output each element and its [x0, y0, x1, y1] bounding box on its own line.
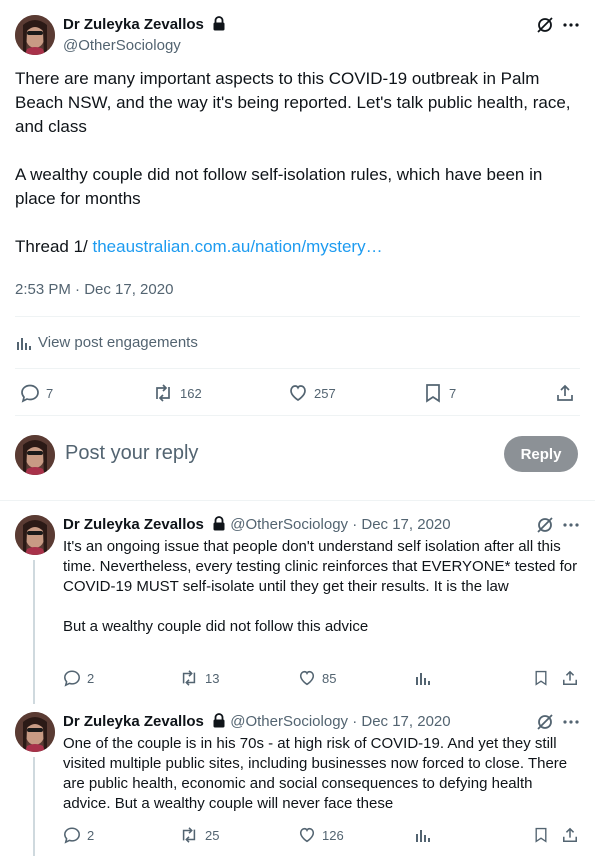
author-handle[interactable]: @OtherSociology: [63, 37, 181, 54]
author-name[interactable]: Dr Zuleyka Zevallos: [63, 713, 204, 730]
compose-avatar[interactable]: [15, 435, 55, 475]
reply-icon: [21, 384, 39, 403]
like-icon: [299, 827, 315, 843]
reply-date[interactable]: · Dec 17, 2020: [352, 516, 450, 533]
repost-button[interactable]: 162: [152, 383, 202, 403]
like-icon: [299, 670, 315, 686]
reply-date[interactable]: · Dec 17, 2020: [352, 713, 450, 730]
bookmark-icon: [426, 384, 440, 403]
lock-icon: [212, 516, 226, 535]
author-handle[interactable]: @OtherSociology: [230, 516, 348, 533]
like-count: 85: [322, 670, 337, 686]
thread-line: [33, 560, 35, 704]
like-count: 257: [314, 385, 336, 401]
tweet-paragraph: There are many important aspects to this…: [15, 69, 571, 136]
reply-button[interactable]: 2: [63, 826, 94, 844]
view-engagements-label: View post engagements: [38, 334, 198, 351]
repost-button[interactable]: 13: [179, 669, 219, 687]
reply-input[interactable]: Post your reply: [65, 442, 198, 465]
reply-count: 2: [87, 827, 95, 843]
article-link[interactable]: theaustralian.com.au/nation/mystery…: [93, 237, 383, 256]
reply-count: 7: [46, 385, 54, 401]
more-icon[interactable]: [561, 712, 581, 732]
analytics-icon[interactable]: [414, 826, 432, 844]
tweet-text: There are many important aspects to this…: [15, 67, 580, 259]
grok-icon[interactable]: [535, 515, 555, 535]
bookmark-button[interactable]: 7: [423, 383, 456, 403]
more-icon[interactable]: [561, 15, 581, 35]
repost-icon: [182, 670, 196, 686]
lock-icon: [212, 713, 226, 732]
tweet-timestamp[interactable]: 2:53 PM · Dec 17, 2020: [15, 281, 173, 298]
reply-paragraph: It's an ongoing issue that people don't …: [63, 538, 578, 595]
repost-button[interactable]: 25: [179, 826, 219, 844]
more-icon[interactable]: [561, 515, 581, 535]
avatar[interactable]: [15, 15, 55, 55]
analytics-icon: [16, 335, 32, 351]
reply-text: One of the couple is in his 70s - at hig…: [63, 734, 583, 814]
share-icon[interactable]: [561, 669, 579, 687]
share-icon[interactable]: [555, 383, 575, 403]
lock-icon: [212, 16, 226, 36]
like-button[interactable]: 126: [298, 826, 344, 844]
thread-label: Thread 1/: [15, 237, 88, 256]
reply-button[interactable]: 2: [63, 669, 94, 687]
repost-count: 13: [205, 670, 220, 686]
author-name[interactable]: Dr Zuleyka Zevallos: [63, 516, 204, 533]
bookmark-icon[interactable]: [532, 669, 550, 687]
like-icon: [290, 385, 306, 401]
like-count: 126: [322, 827, 344, 843]
analytics-icon[interactable]: [414, 669, 432, 687]
repost-count: 25: [205, 827, 220, 843]
avatar[interactable]: [15, 515, 55, 555]
thread-line: [33, 757, 35, 856]
like-button[interactable]: 85: [298, 669, 336, 687]
repost-icon: [182, 827, 196, 843]
reply-text: It's an ongoing issue that people don't …: [63, 537, 583, 637]
author-handle[interactable]: @OtherSociology: [230, 713, 348, 730]
reply-button[interactable]: 7: [20, 383, 53, 403]
grok-icon[interactable]: [535, 15, 555, 35]
repost-icon: [156, 384, 170, 402]
reply-paragraph: One of the couple is in his 70s - at hig…: [63, 735, 568, 812]
author-name[interactable]: Dr Zuleyka Zevallos: [63, 16, 204, 33]
reply-count: 2: [87, 670, 95, 686]
avatar[interactable]: [15, 712, 55, 752]
reply-paragraph: But a wealthy couple did not follow this…: [63, 618, 369, 635]
repost-count: 162: [180, 385, 202, 401]
grok-icon[interactable]: [535, 712, 555, 732]
reply-icon: [64, 827, 80, 844]
like-button[interactable]: 257: [288, 383, 336, 403]
tweet-paragraph: A wealthy couple did not follow self-iso…: [15, 165, 543, 208]
reply-submit-button[interactable]: Reply: [504, 436, 578, 472]
bookmark-icon[interactable]: [532, 826, 550, 844]
view-engagements-link[interactable]: View post engagements: [16, 334, 198, 351]
reply-icon: [64, 670, 80, 687]
bookmark-count: 7: [449, 385, 457, 401]
share-icon[interactable]: [561, 826, 579, 844]
